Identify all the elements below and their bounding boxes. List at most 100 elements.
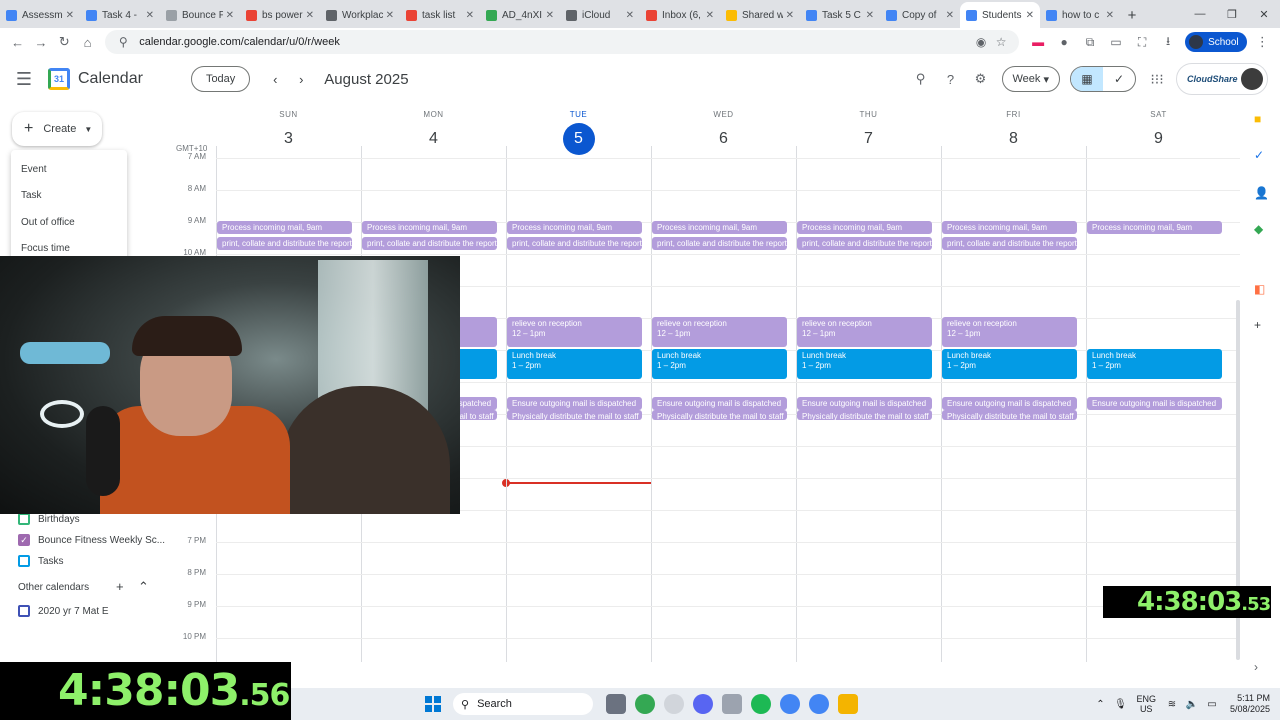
event-distribute-mail[interactable]: Physically distribute the mail to staff [652, 410, 787, 420]
tab-close-icon[interactable]: ✕ [1026, 10, 1034, 21]
chevron-up-icon[interactable]: ⌃ [1090, 699, 1110, 710]
battery-icon[interactable]: ▭ [1202, 699, 1222, 710]
tasks-view-icon[interactable]: ✓ [1103, 67, 1135, 91]
calendar-item-birthdays[interactable]: Birthdays [18, 513, 80, 525]
checkbox[interactable] [18, 555, 30, 567]
event-lunch-break[interactable]: Lunch break1 – 2pm [942, 349, 1077, 379]
keep-icon[interactable]: ■ [1254, 112, 1261, 126]
more-menu-icon[interactable]: ⋮ [1251, 30, 1274, 54]
minimize-icon[interactable]: — [1184, 0, 1216, 28]
tab-close-icon[interactable]: ✕ [626, 10, 634, 21]
settings-gear-icon[interactable]: ⚙ [966, 71, 996, 87]
tab-close-icon[interactable]: ✕ [66, 10, 74, 21]
tab-close-icon[interactable]: ✕ [866, 10, 874, 21]
browser-tab[interactable]: Workplac ✕ [320, 2, 400, 28]
extension-icon[interactable]: ● [1051, 35, 1077, 49]
event-print-collate[interactable]: print, collate and distribute the report… [507, 237, 642, 250]
event-print-collate[interactable]: print, collate and distribute the report… [797, 237, 932, 250]
tab-close-icon[interactable]: ✕ [1106, 10, 1114, 21]
restore-icon[interactable]: ❐ [1216, 0, 1248, 28]
tab-close-icon[interactable]: ✕ [146, 10, 154, 21]
language-indicator[interactable]: ENG US [1136, 694, 1156, 714]
addon-icon[interactable]: ◧ [1254, 282, 1265, 296]
apps-grid-icon[interactable]: ⁝⁝⁝ [1146, 71, 1168, 88]
expand-panel-icon[interactable]: › [1254, 660, 1258, 674]
day-header[interactable]: MON 4 [361, 110, 506, 155]
event-outgoing-mail[interactable]: Ensure outgoing mail is dispatched [507, 397, 642, 410]
event-process-incoming-mail[interactable]: Process incoming mail, 9am [217, 221, 352, 234]
browser-tab[interactable]: how to c ✕ [1040, 2, 1120, 28]
browser-tab[interactable]: Shared w ✕ [720, 2, 800, 28]
event-print-collate[interactable]: print, collate and distribute the report… [217, 237, 352, 250]
app-icon[interactable] [722, 694, 742, 714]
chrome-icon[interactable] [635, 694, 655, 714]
profile-chip[interactable]: School [1185, 32, 1247, 52]
event-process-incoming-mail[interactable]: Process incoming mail, 9am [797, 221, 932, 234]
back-icon[interactable]: ← [6, 30, 29, 54]
event-lunch-break[interactable]: Lunch break1 – 2pm [1087, 349, 1222, 379]
tab-close-icon[interactable]: ✕ [546, 10, 554, 21]
browser-tab[interactable]: Bounce F ✕ [160, 2, 240, 28]
puzzle-icon[interactable]: ⧉ [1077, 35, 1103, 50]
create-menu-item[interactable]: Out of office [11, 209, 127, 236]
browser-tab[interactable]: task list ✕ [400, 2, 480, 28]
screenshot-icon[interactable]: ⛶ [1129, 35, 1155, 50]
checkbox[interactable]: ✓ [18, 534, 30, 546]
tab-close-icon[interactable]: ✕ [466, 10, 474, 21]
browser-tab[interactable]: bs power ✕ [240, 2, 320, 28]
event-print-collate[interactable]: print, collate and distribute the report… [942, 237, 1077, 250]
chrome-icon[interactable] [809, 694, 829, 714]
event-print-collate[interactable]: print, collate and distribute the report… [362, 237, 497, 250]
browser-tab[interactable]: AD_4nXI ✕ [480, 2, 560, 28]
maps-icon[interactable]: ◆ [1254, 222, 1263, 236]
day-header[interactable]: SAT 9 [1086, 110, 1231, 155]
address-bar[interactable]: ⚲ calendar.google.com/calendar/u/0/r/wee… [105, 30, 1020, 54]
day-number[interactable]: 6 [708, 123, 740, 155]
checkbox[interactable] [18, 513, 30, 525]
event-distribute-mail[interactable]: Physically distribute the mail to staff [507, 410, 642, 420]
event-process-incoming-mail[interactable]: Process incoming mail, 9am [652, 221, 787, 234]
create-menu-item[interactable]: Event [11, 156, 127, 183]
tab-close-icon[interactable]: ✕ [706, 10, 714, 21]
day-header[interactable]: TUE 5 [506, 110, 651, 155]
day-number[interactable]: 8 [998, 123, 1030, 155]
browser-tab[interactable]: Inbox (6, ✕ [640, 2, 720, 28]
tab-close-icon[interactable]: ✕ [386, 10, 394, 21]
event-outgoing-mail[interactable]: Ensure outgoing mail is dispatched [797, 397, 932, 410]
today-button[interactable]: Today [190, 66, 251, 92]
extension-icon[interactable]: ▬ [1025, 35, 1051, 49]
browser-tab[interactable]: iCloud ✕ [560, 2, 640, 28]
event-relieve-reception[interactable]: relieve on reception12 – 1pm [942, 317, 1077, 347]
browser-tab[interactable]: Task 5 C ✕ [800, 2, 880, 28]
bookmark-star-icon[interactable]: ☆ [991, 35, 1011, 49]
app-icon[interactable] [664, 694, 684, 714]
day-number[interactable]: 3 [273, 123, 305, 155]
help-icon[interactable]: ? [936, 72, 966, 87]
wifi-icon[interactable]: ≋ [1162, 699, 1182, 710]
download-icon[interactable]: ⭳ [1155, 32, 1181, 53]
day-number[interactable]: 9 [1143, 123, 1175, 155]
event-relieve-reception[interactable]: relieve on reception12 – 1pm [507, 317, 642, 347]
previous-week-icon[interactable]: ‹ [264, 72, 286, 87]
day-header[interactable]: FRI 8 [941, 110, 1086, 155]
next-week-icon[interactable]: › [290, 72, 312, 87]
event-outgoing-mail[interactable]: Ensure outgoing mail is dispatched [1087, 397, 1222, 410]
get-addons-icon[interactable]: + [1254, 318, 1261, 332]
chrome-icon[interactable] [780, 694, 800, 714]
day-header[interactable]: SUN 3 [216, 110, 361, 155]
event-process-incoming-mail[interactable]: Process incoming mail, 9am [1087, 221, 1222, 234]
forward-icon[interactable]: → [29, 30, 52, 54]
microphone-icon[interactable]: 🎙 [1110, 699, 1130, 710]
create-menu-item[interactable]: Task [11, 183, 127, 210]
event-outgoing-mail[interactable]: Ensure outgoing mail is dispatched [652, 397, 787, 410]
day-number[interactable]: 7 [853, 123, 885, 155]
event-lunch-break[interactable]: Lunch break1 – 2pm [652, 349, 787, 379]
close-window-icon[interactable]: ✕ [1248, 0, 1280, 28]
new-tab-icon[interactable]: + [1120, 2, 1144, 28]
collapse-chevron-icon[interactable]: ⌃ [138, 579, 149, 595]
event-lunch-break[interactable]: Lunch break1 – 2pm [507, 349, 642, 379]
day-header[interactable]: WED 6 [651, 110, 796, 155]
event-process-incoming-mail[interactable]: Process incoming mail, 9am [362, 221, 497, 234]
event-print-collate[interactable]: print, collate and distribute the report… [652, 237, 787, 250]
calendar-item-bounce-fitness[interactable]: ✓ Bounce Fitness Weekly Sc... [18, 534, 165, 546]
